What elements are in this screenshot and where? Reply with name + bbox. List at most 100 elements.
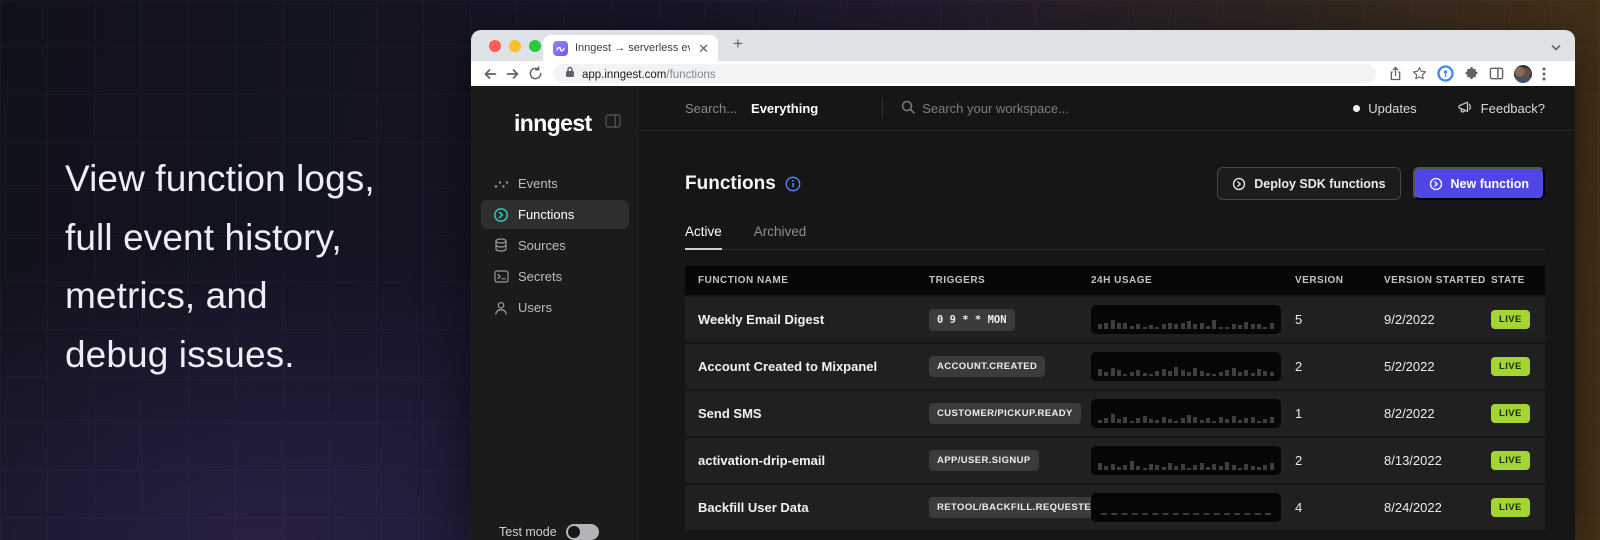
toggle-knob <box>568 526 580 538</box>
deploy-icon <box>1232 177 1246 191</box>
updates-dot-icon <box>1353 105 1360 112</box>
main-area: Search... Everything Updates Feedback? <box>639 86 1575 540</box>
table-row[interactable]: activation-drip-emailAPP/USER.SIGNUP28/1… <box>685 438 1545 483</box>
state-cell: LIVE <box>1491 498 1545 517</box>
tab-title: Inngest → serverless event-dri <box>575 42 690 54</box>
extensions-puzzle-icon[interactable] <box>1464 66 1479 81</box>
new-tab-button[interactable]: + <box>733 34 743 54</box>
page-title: Functions <box>685 173 776 195</box>
version-started-value: 8/24/2022 <box>1384 500 1491 515</box>
onepassword-icon[interactable] <box>1437 65 1454 82</box>
browser-menu-icon[interactable] <box>1542 66 1546 82</box>
column-header: 24H USAGE <box>1091 275 1295 286</box>
new-function-button[interactable]: New function <box>1413 167 1545 200</box>
table-row[interactable]: Backfill User DataRETOOL/BACKFILL.REQUES… <box>685 485 1545 530</box>
search-label[interactable]: Search... <box>685 101 737 116</box>
sidebar-item-sources[interactable]: Sources <box>481 231 629 260</box>
inngest-favicon-icon <box>553 41 568 56</box>
info-icon[interactable] <box>785 176 801 192</box>
state-badge: LIVE <box>1491 404 1530 423</box>
deploy-button-label: Deploy SDK functions <box>1254 177 1385 191</box>
usage-cell <box>1091 446 1295 475</box>
state-cell: LIVE <box>1491 310 1545 329</box>
new-function-icon <box>1429 177 1443 191</box>
sidebar-item-secrets[interactable]: Secrets <box>481 262 629 291</box>
version-value: 2 <box>1295 359 1384 374</box>
browser-tab-strip: Inngest → serverless event-dri ✕ + <box>471 30 1575 61</box>
sidebar-item-label: Secrets <box>518 269 562 284</box>
table-row[interactable]: Weekly Email Digest0 9 * * MON59/2/2022L… <box>685 297 1545 342</box>
column-header: FUNCTION NAME <box>685 275 929 286</box>
profile-avatar[interactable] <box>1514 65 1532 83</box>
trigger-cell: APP/USER.SIGNUP <box>929 450 1091 471</box>
state-badge: LIVE <box>1491 498 1530 517</box>
tab-archived[interactable]: Archived <box>754 224 807 249</box>
table-header: FUNCTION NAME TRIGGERS 24H USAGE VERSION… <box>685 266 1545 295</box>
back-icon[interactable] <box>482 66 498 82</box>
sidebar-item-functions[interactable]: Functions <box>481 200 629 229</box>
sidebar-item-label: Users <box>518 300 552 315</box>
url-path: /functions <box>666 69 715 81</box>
close-window-button[interactable] <box>489 40 501 52</box>
version-value: 4 <box>1295 500 1384 515</box>
function-tabs: Active Archived <box>685 224 1545 250</box>
usage-cell <box>1091 305 1295 334</box>
hero-text: View function logs, full event history, … <box>65 150 375 384</box>
database-icon <box>493 238 509 253</box>
reload-icon[interactable] <box>528 66 543 81</box>
version-started-value: 9/2/2022 <box>1384 312 1491 327</box>
forward-icon[interactable] <box>505 66 521 82</box>
state-badge: LIVE <box>1491 451 1530 470</box>
lock-icon <box>565 65 575 83</box>
trigger-badge: RETOOL/BACKFILL.REQUESTED <box>929 497 1106 518</box>
tab-active[interactable]: Active <box>685 224 722 250</box>
column-header: VERSION STARTED <box>1384 275 1491 286</box>
workspace-search-input[interactable] <box>922 101 1162 116</box>
maximize-window-button[interactable] <box>529 40 541 52</box>
bookmark-star-icon[interactable] <box>1412 66 1427 81</box>
state-cell: LIVE <box>1491 357 1545 376</box>
state-badge: LIVE <box>1491 357 1530 376</box>
minimize-window-button[interactable] <box>509 40 521 52</box>
sidebar-item-label: Functions <box>518 207 574 222</box>
browser-toolbar: app.inngest.com/functions <box>471 61 1575 86</box>
usage-sparkline <box>1091 399 1281 428</box>
usage-cell <box>1091 399 1295 428</box>
user-icon <box>493 301 509 315</box>
table-row[interactable]: Send SMSCUSTOMER/PICKUP.READY18/2/2022LI… <box>685 391 1545 436</box>
deploy-sdk-functions-button[interactable]: Deploy SDK functions <box>1217 167 1400 200</box>
usage-sparkline <box>1091 305 1281 334</box>
tab-close-icon[interactable]: ✕ <box>697 42 710 55</box>
usage-sparkline <box>1091 446 1281 475</box>
browser-window: Inngest → serverless event-dri ✕ + app.i… <box>471 30 1575 540</box>
side-panel-icon[interactable] <box>1489 66 1504 81</box>
share-icon[interactable] <box>1389 66 1402 81</box>
url-host: app.inngest.com <box>582 69 666 81</box>
version-started-value: 8/2/2022 <box>1384 406 1491 421</box>
table-row[interactable]: Account Created to MixpanelACCOUNT.CREAT… <box>685 344 1545 389</box>
column-header: STATE <box>1491 275 1545 286</box>
state-cell: LIVE <box>1491 404 1545 423</box>
window-controls <box>489 40 541 52</box>
function-name: Weekly Email Digest <box>685 312 929 327</box>
app-top-nav: Search... Everything Updates Feedback? <box>639 86 1575 131</box>
sidebar-item-users[interactable]: Users <box>481 293 629 322</box>
feedback-link[interactable]: Feedback? <box>1481 101 1545 116</box>
sidebar-collapse-icon[interactable] <box>605 114 621 133</box>
trigger-badge: CUSTOMER/PICKUP.READY <box>929 403 1081 424</box>
search-scope[interactable]: Everything <box>751 101 818 116</box>
test-mode-toggle[interactable] <box>566 524 599 540</box>
functions-page: Functions Deploy SDK functions <box>639 131 1575 530</box>
browser-tab[interactable]: Inngest → serverless event-dri ✕ <box>543 35 718 61</box>
sidebar-item-events[interactable]: Events <box>481 169 629 198</box>
inngest-logo: inngest <box>514 110 592 137</box>
function-name: activation-drip-email <box>685 453 929 468</box>
updates-link[interactable]: Updates <box>1368 101 1416 116</box>
version-started-value: 8/13/2022 <box>1384 453 1491 468</box>
function-name: Account Created to Mixpanel <box>685 359 929 374</box>
state-cell: LIVE <box>1491 451 1545 470</box>
usage-sparkline <box>1091 493 1281 522</box>
url-bar[interactable]: app.inngest.com/functions <box>554 64 1376 83</box>
tab-search-chevron-icon[interactable] <box>1550 39 1562 57</box>
table-body: Weekly Email Digest0 9 * * MON59/2/2022L… <box>685 297 1545 530</box>
